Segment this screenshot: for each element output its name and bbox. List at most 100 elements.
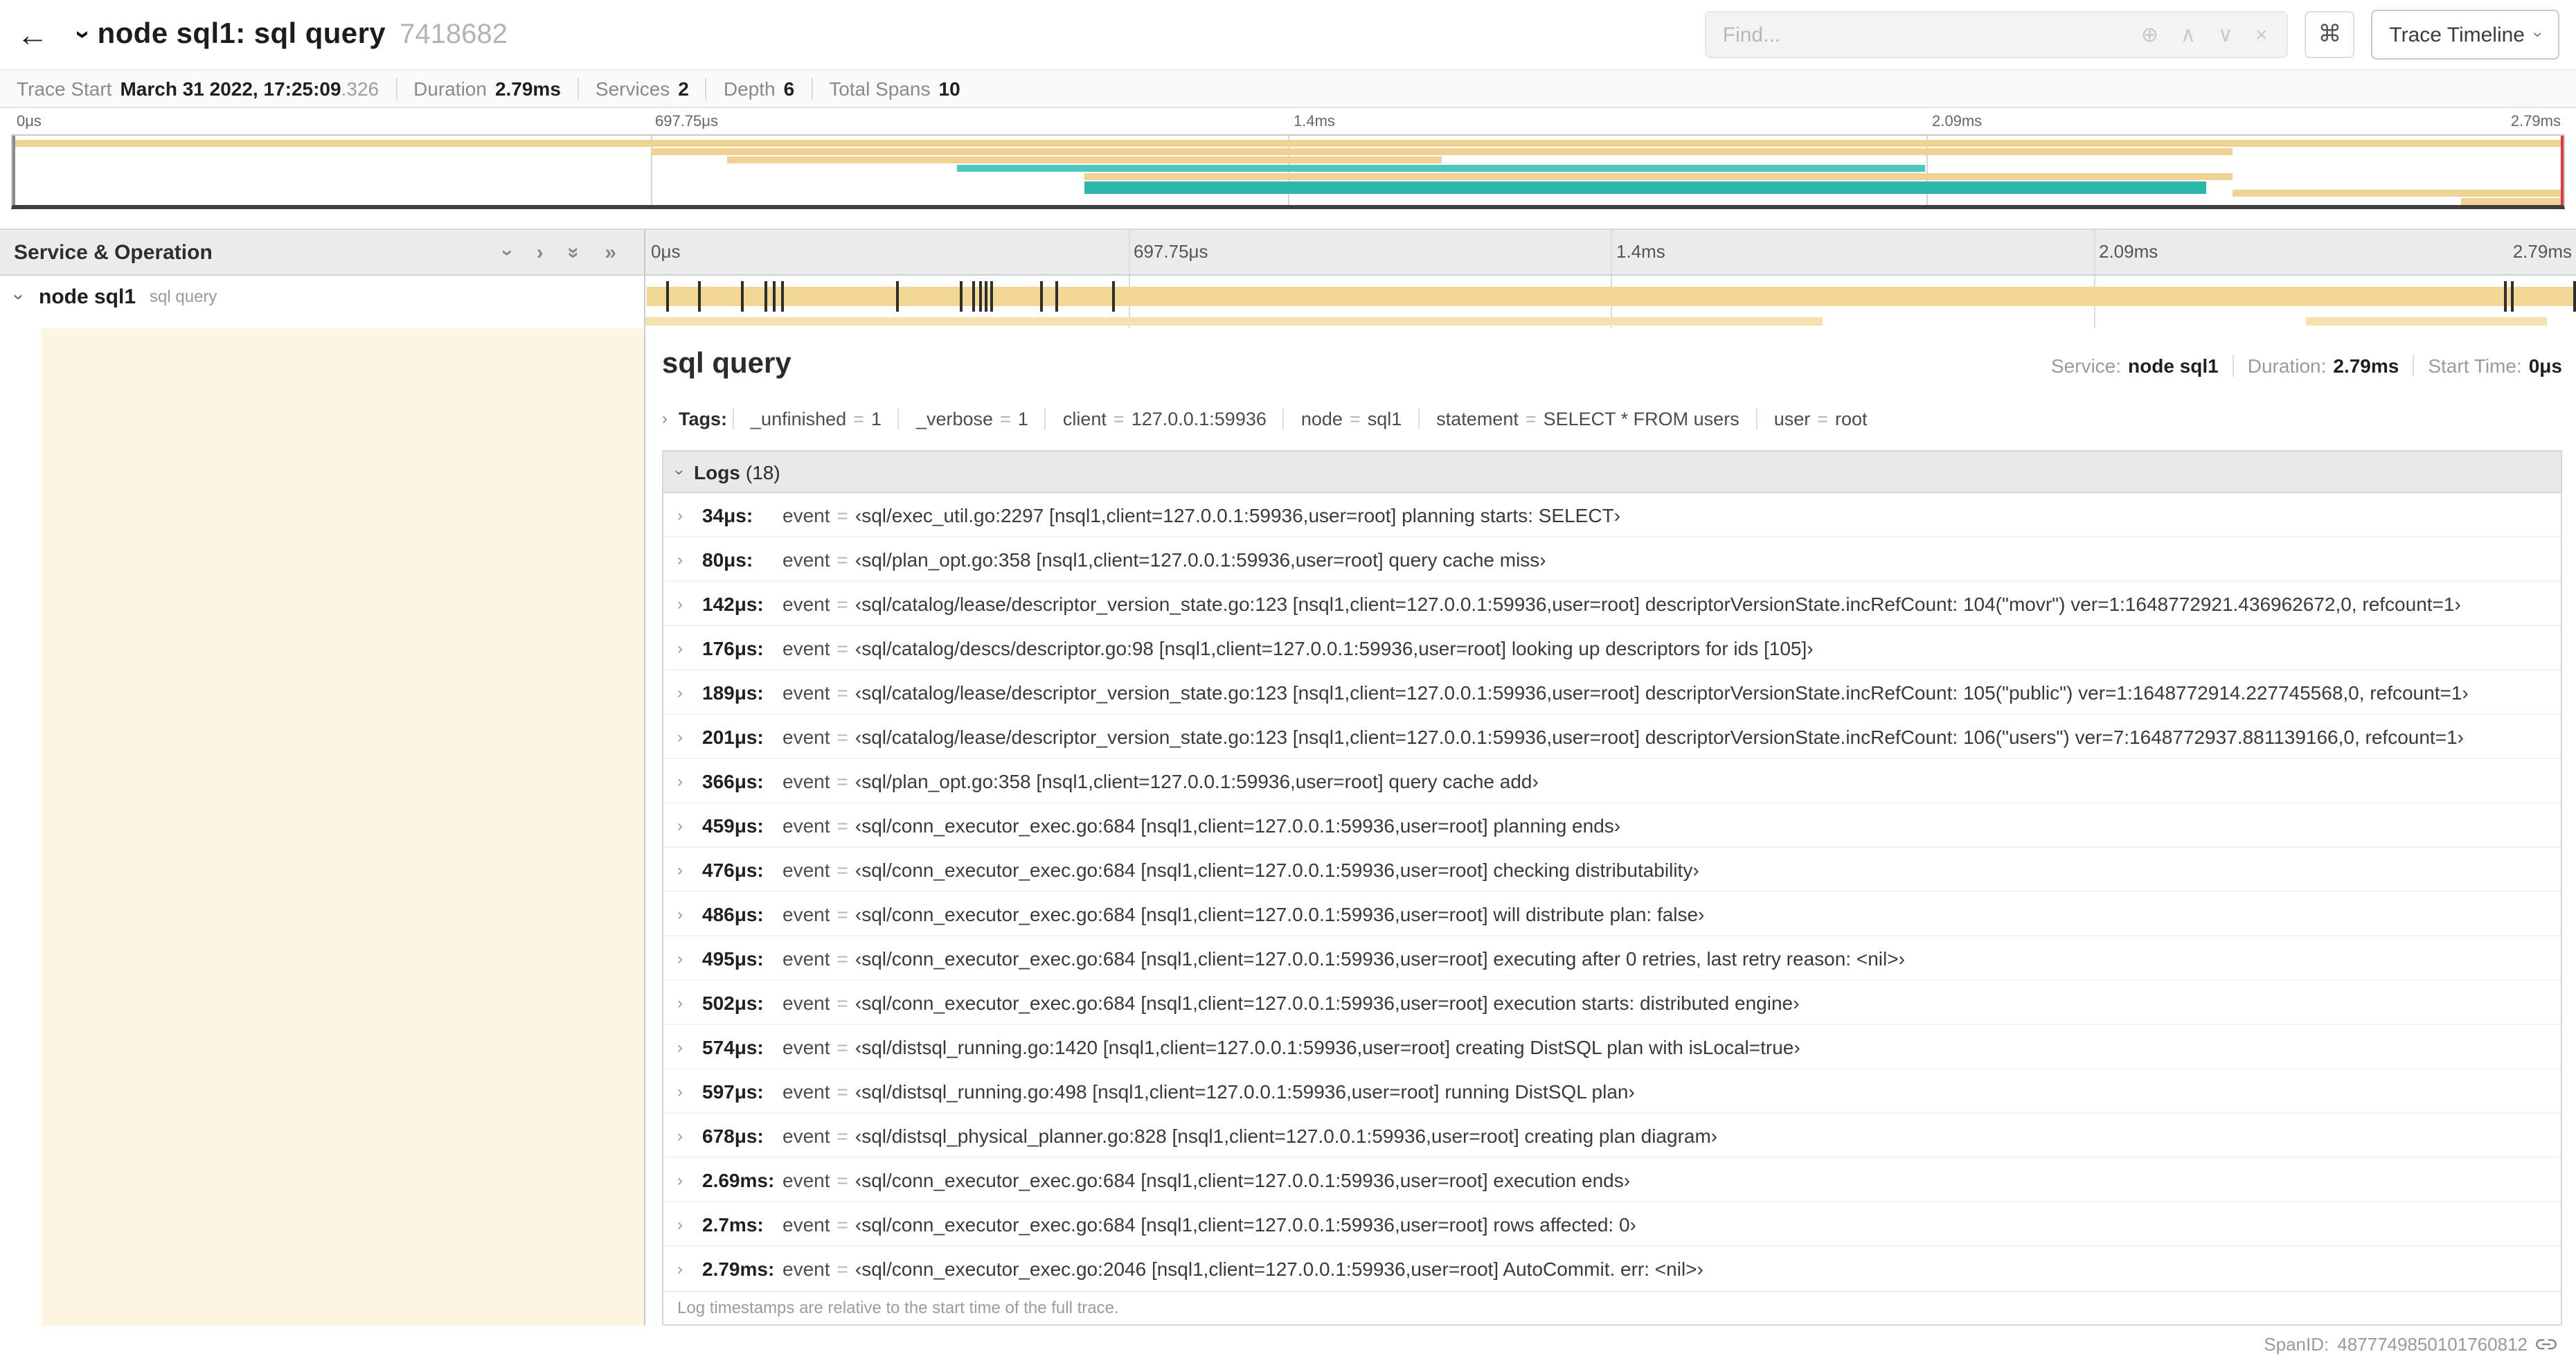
log-field-value: ‹sql/conn_executor_exec.go:684 [nsql1,cl… <box>855 1168 1631 1191</box>
span-row-name-column[interactable]: › node sql1 sql query <box>0 276 645 317</box>
log-marker-tick[interactable] <box>895 281 899 312</box>
log-entry[interactable]: › 678μs: event = ‹sql/distsql_physical_p… <box>663 1114 2561 1158</box>
tags-row[interactable]: › Tags: _unfinished = 1 _verbose = 1 cli… <box>662 400 2562 436</box>
log-marker-tick[interactable] <box>2573 281 2576 312</box>
detail-meta-value: 2.79ms <box>2333 355 2399 377</box>
trace-view-selector[interactable]: Trace Timeline › <box>2371 10 2559 60</box>
log-marker-tick[interactable] <box>665 281 669 312</box>
log-marker-tick[interactable] <box>978 281 982 312</box>
log-chevron-right-icon[interactable]: › <box>677 904 702 923</box>
logs-chevron-down-icon[interactable]: › <box>670 469 690 474</box>
log-marker-tick[interactable] <box>1055 281 1059 312</box>
log-field-name: event <box>782 1258 830 1280</box>
log-marker-tick[interactable] <box>1111 281 1115 312</box>
collapse-one-icon[interactable]: › <box>497 249 520 256</box>
log-chevron-right-icon[interactable]: › <box>677 771 702 790</box>
logs-header[interactable]: › Logs (18) <box>663 452 2561 493</box>
find-zoom-icon[interactable]: ⊕ <box>2141 22 2158 47</box>
span-detail-title: sql query <box>662 348 791 380</box>
log-marker-tick[interactable] <box>697 281 701 312</box>
log-chevron-right-icon[interactable]: › <box>677 1125 702 1145</box>
find-next-icon[interactable]: ∨ <box>2218 22 2233 47</box>
summary-item: Depth 6 <box>705 78 811 100</box>
log-entry[interactable]: › 2.79ms: event = ‹sql/conn_executor_exe… <box>663 1247 2561 1291</box>
equals-sign: = <box>1000 408 1011 429</box>
log-timestamp: 476μs: <box>702 858 764 880</box>
find-clear-icon[interactable]: × <box>2255 23 2268 46</box>
log-chevron-right-icon[interactable]: › <box>677 859 702 879</box>
span-row-timeline[interactable] <box>645 276 2576 317</box>
log-marker-tick[interactable] <box>781 281 785 312</box>
log-timestamp: 597μs: <box>702 1080 764 1102</box>
find-prev-icon[interactable]: ∧ <box>2181 22 2196 47</box>
log-entry[interactable]: › 486μs: event = ‹sql/conn_executor_exec… <box>663 892 2561 936</box>
log-entry[interactable]: › 189μs: event = ‹sql/catalog/lease/desc… <box>663 670 2561 715</box>
back-button[interactable]: ← <box>17 16 64 53</box>
span-row[interactable]: › node sql1 sql query <box>0 276 2576 317</box>
equals-sign: = <box>837 1035 848 1058</box>
log-marker-tick[interactable] <box>1039 281 1043 312</box>
log-chevron-right-icon[interactable]: › <box>677 682 702 702</box>
span-id-label: SpanID: <box>2264 1334 2329 1355</box>
log-chevron-right-icon[interactable]: › <box>677 815 702 835</box>
log-entry[interactable]: › 142μs: event = ‹sql/catalog/lease/desc… <box>663 582 2561 626</box>
tag-item: _unfinished = 1 <box>733 408 898 429</box>
summary-label: Duration <box>413 78 487 100</box>
log-chevron-right-icon[interactable]: › <box>677 505 702 524</box>
tag-value: 1 <box>870 408 882 429</box>
log-entry[interactable]: › 597μs: event = ‹sql/distsql_running.go… <box>663 1069 2561 1114</box>
log-chevron-right-icon[interactable]: › <box>677 948 702 968</box>
log-entry[interactable]: › 2.7ms: event = ‹sql/conn_executor_exec… <box>663 1202 2561 1247</box>
log-marker-tick[interactable] <box>985 281 988 312</box>
log-marker-tick[interactable] <box>972 281 975 312</box>
log-timestamp: 2.79ms: <box>702 1258 775 1280</box>
log-entry[interactable]: › 459μs: event = ‹sql/conn_executor_exec… <box>663 803 2561 848</box>
collapse-all-icon[interactable]: » <box>562 247 586 258</box>
find-input[interactable] <box>1706 23 2122 46</box>
log-chevron-right-icon[interactable]: › <box>677 1037 702 1056</box>
log-chevron-right-icon[interactable]: › <box>677 1081 702 1101</box>
minimap-span-bar <box>2232 190 2564 197</box>
log-marker-tick[interactable] <box>990 281 993 312</box>
expand-all-icon[interactable]: » <box>605 240 616 264</box>
tags-chevron-right-icon[interactable]: › <box>662 409 668 428</box>
log-entry[interactable]: › 2.69ms: event = ‹sql/conn_executor_exe… <box>663 1158 2561 1202</box>
log-marker-tick[interactable] <box>2511 281 2514 312</box>
deep-link-icon[interactable] <box>2536 1334 2557 1355</box>
log-entry[interactable]: › 574μs: event = ‹sql/distsql_running.go… <box>663 1025 2561 1069</box>
log-marker-tick[interactable] <box>773 281 776 312</box>
log-marker-tick[interactable] <box>960 281 963 312</box>
minimap-left-scrubber[interactable] <box>12 136 15 205</box>
log-chevron-right-icon[interactable]: › <box>677 549 702 569</box>
log-chevron-right-icon[interactable]: › <box>677 1214 702 1233</box>
expand-one-icon[interactable]: › <box>537 240 544 264</box>
minimap-span-bar <box>1084 173 2233 180</box>
log-entry[interactable]: › 495μs: event = ‹sql/conn_executor_exec… <box>663 936 2561 981</box>
log-chevron-right-icon[interactable]: › <box>677 1170 702 1189</box>
log-marker-tick[interactable] <box>764 281 767 312</box>
log-field-value: ‹sql/distsql_running.go:1420 [nsql1,clie… <box>855 1035 1800 1058</box>
log-chevron-right-icon[interactable]: › <box>677 1259 702 1279</box>
keyboard-shortcuts-button[interactable]: ⌘ <box>2305 11 2355 58</box>
minimap-canvas[interactable] <box>11 134 2565 209</box>
log-chevron-right-icon[interactable]: › <box>677 594 702 613</box>
log-entry[interactable]: › 366μs: event = ‹sql/plan_opt.go:358 [n… <box>663 759 2561 803</box>
span-collapse-chevron-icon[interactable]: › <box>9 277 30 316</box>
log-entry[interactable]: › 502μs: event = ‹sql/conn_executor_exec… <box>663 981 2561 1025</box>
log-field-value: ‹sql/exec_util.go:2297 [nsql1,client=127… <box>855 504 1620 526</box>
equals-sign: = <box>837 769 848 792</box>
span-duration-bar[interactable] <box>647 287 2575 306</box>
log-entry[interactable]: › 34μs: event = ‹sql/exec_util.go:2297 [… <box>663 493 2561 537</box>
log-entry[interactable]: › 476μs: event = ‹sql/conn_executor_exec… <box>663 848 2561 892</box>
trace-collapse-chevron-icon[interactable]: › <box>66 30 97 39</box>
summary-item: Total Spans 10 <box>811 78 977 100</box>
tag-value: sql1 <box>1367 408 1402 429</box>
log-chevron-right-icon[interactable]: › <box>677 638 702 657</box>
log-chevron-right-icon[interactable]: › <box>677 992 702 1012</box>
log-marker-tick[interactable] <box>740 281 744 312</box>
log-entry[interactable]: › 80μs: event = ‹sql/plan_opt.go:358 [ns… <box>663 537 2561 582</box>
log-chevron-right-icon[interactable]: › <box>677 727 702 746</box>
log-marker-tick[interactable] <box>2504 281 2507 312</box>
log-entry[interactable]: › 176μs: event = ‹sql/catalog/descs/desc… <box>663 626 2561 670</box>
log-entry[interactable]: › 201μs: event = ‹sql/catalog/lease/desc… <box>663 715 2561 759</box>
